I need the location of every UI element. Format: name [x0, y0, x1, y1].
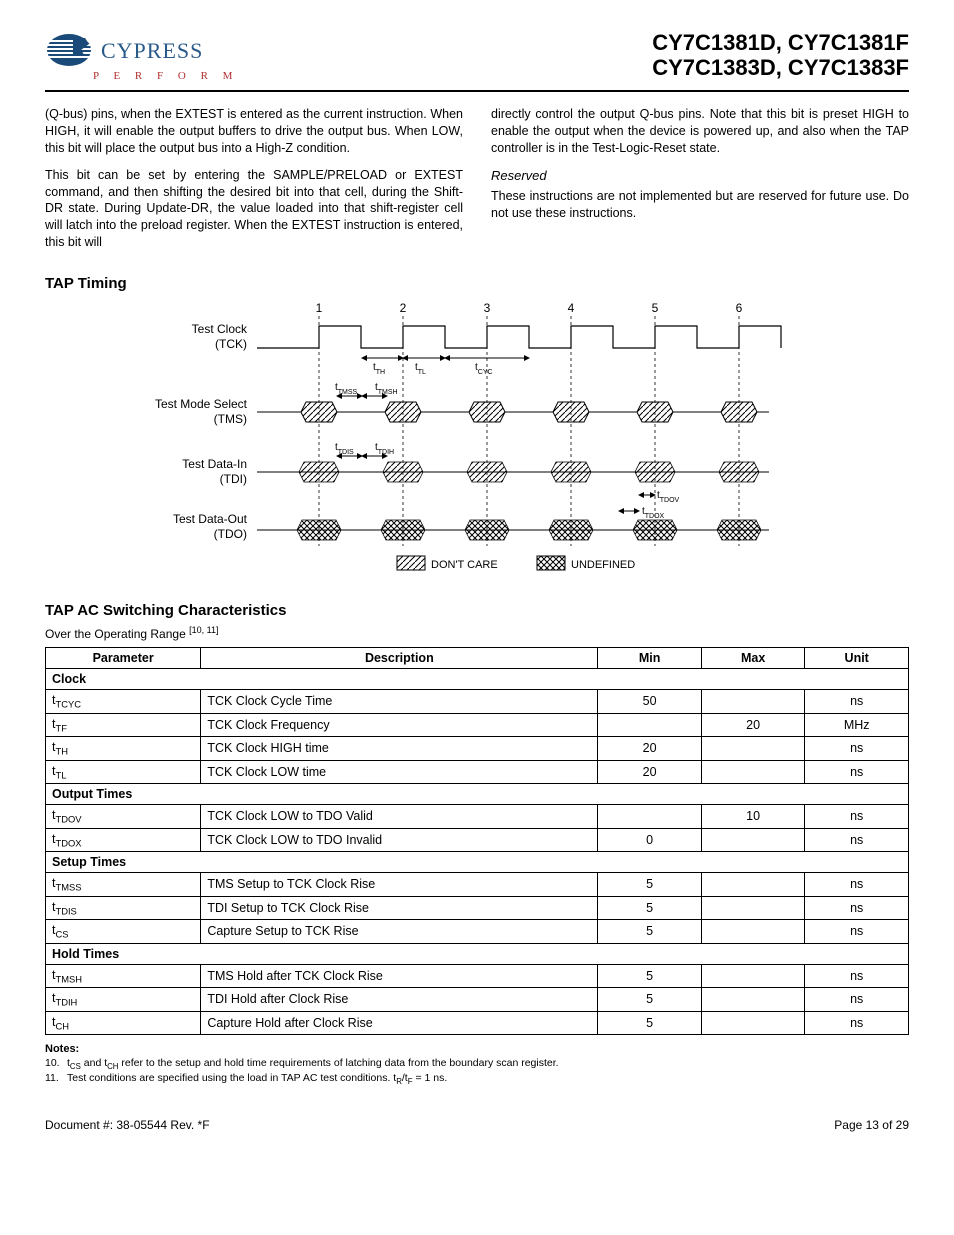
- table-row: tCHCapture Hold after Clock Rise5ns: [46, 1011, 909, 1035]
- reserved-heading: Reserved: [491, 167, 909, 185]
- svg-text:3: 3: [484, 301, 491, 315]
- body-right-p2: These instructions are not implemented b…: [491, 188, 909, 222]
- tdo-label2: (TDO): [214, 527, 247, 541]
- svg-text:tTMSH: tTMSH: [375, 382, 398, 396]
- col-min: Min: [598, 648, 702, 669]
- col-max: Max: [701, 648, 805, 669]
- table-row: tTDIHTDI Hold after Clock Rise5ns: [46, 988, 909, 1012]
- part-numbers: CY7C1381D, CY7C1381F CY7C1383D, CY7C1383…: [652, 30, 909, 81]
- logo-mark-icon: [45, 30, 105, 72]
- table-row: tTLTCK Clock LOW time20ns: [46, 760, 909, 784]
- svg-text:tTL: tTL: [415, 362, 426, 376]
- tdo-label1: Test Data-Out: [173, 512, 248, 526]
- table-row: tTHTCK Clock HIGH time20ns: [46, 737, 909, 761]
- tdi-label1: Test Data-In: [182, 457, 247, 471]
- doc-number: Document #: 38-05544 Rev. *F: [45, 1118, 210, 1132]
- table-row: tTFTCK Clock Frequency20MHz: [46, 713, 909, 737]
- notes-heading: Notes:: [45, 1043, 909, 1055]
- table-section-row: Output Times: [46, 784, 909, 805]
- svg-text:tCYC: tCYC: [475, 362, 493, 376]
- tap-ac-subtitle: Over the Operating Range [10, 11]: [45, 625, 909, 641]
- page-header: CYPRESS P E R F O R M CY7C1381D, CY7C138…: [45, 30, 909, 82]
- svg-text:tTMSS: tTMSS: [335, 382, 358, 396]
- tck-label2: (TCK): [215, 337, 247, 351]
- table-row: tTCYCTCK Clock Cycle Time50ns: [46, 690, 909, 714]
- col-unit: Unit: [805, 648, 909, 669]
- col-description: Description: [201, 648, 598, 669]
- svg-text:2: 2: [400, 301, 407, 315]
- svg-text:tTDIS: tTDIS: [335, 442, 354, 456]
- svg-text:5: 5: [652, 301, 659, 315]
- logo-text: CYPRESS: [101, 38, 203, 64]
- col-parameter: Parameter: [46, 648, 201, 669]
- header-rule: [45, 90, 909, 92]
- svg-text:1: 1: [316, 301, 323, 315]
- tck-label1: Test Clock: [192, 322, 248, 336]
- table-section-row: Setup Times: [46, 852, 909, 873]
- page-number: Page 13 of 29: [834, 1118, 909, 1132]
- note-11: 11. Test conditions are specified using …: [45, 1072, 909, 1087]
- tap-ac-heading: TAP AC Switching Characteristics: [45, 602, 909, 619]
- table-row: tTDISTDI Setup to TCK Clock Rise5ns: [46, 896, 909, 920]
- part-line-1: CY7C1381D, CY7C1381F: [652, 30, 909, 55]
- table-row: tTDOXTCK Clock LOW to TDO Invalid0ns: [46, 828, 909, 852]
- tap-timing-heading: TAP Timing: [45, 275, 909, 292]
- vendor-logo: CYPRESS P E R F O R M: [45, 30, 238, 82]
- svg-text:tTDOV: tTDOV: [657, 490, 680, 504]
- timing-diagram: 1 2 3 4 5 6 Test Clock (TCK) tTH tTL tCYC Tes…: [45, 298, 909, 588]
- tdi-label2: (TDI): [220, 472, 247, 486]
- note-10: 10. tCS and tCH refer to the setup and h…: [45, 1057, 909, 1072]
- svg-text:DON'T CARE: DON'T CARE: [431, 559, 498, 571]
- svg-text:UNDEFINED: UNDEFINED: [571, 559, 635, 571]
- svg-text:tTH: tTH: [373, 362, 385, 376]
- tms-label2: (TMS): [214, 412, 247, 426]
- notes-list: 10. tCS and tCH refer to the setup and h…: [45, 1057, 909, 1088]
- body-right-p1: directly control the output Q-bus pins. …: [491, 106, 909, 157]
- logo-tagline: P E R F O R M: [93, 70, 238, 82]
- svg-text:4: 4: [568, 301, 575, 315]
- table-row: tTMSSTMS Setup to TCK Clock Rise5ns: [46, 873, 909, 897]
- table-section-row: Clock: [46, 669, 909, 690]
- part-line-2: CY7C1383D, CY7C1383F: [652, 55, 909, 80]
- table-row: tTDOVTCK Clock LOW to TDO Valid10ns: [46, 805, 909, 829]
- tms-label1: Test Mode Select: [155, 397, 248, 411]
- svg-text:tTDOX: tTDOX: [642, 506, 665, 520]
- svg-text:tTDIH: tTDIH: [375, 442, 394, 456]
- body-columns: (Q-bus) pins, when the EXTEST is entered…: [45, 106, 909, 261]
- svg-text:6: 6: [736, 301, 743, 315]
- body-left-p1: (Q-bus) pins, when the EXTEST is entered…: [45, 106, 463, 157]
- body-left-p2: This bit can be set by entering the SAMP…: [45, 167, 463, 251]
- tap-ac-table: Parameter Description Min Max Unit Clock…: [45, 647, 909, 1035]
- page-footer: Document #: 38-05544 Rev. *F Page 13 of …: [45, 1118, 909, 1132]
- table-section-row: Hold Times: [46, 943, 909, 964]
- table-row: tTMSHTMS Hold after TCK Clock Rise5ns: [46, 964, 909, 988]
- table-row: tCSCapture Setup to TCK Rise5ns: [46, 920, 909, 944]
